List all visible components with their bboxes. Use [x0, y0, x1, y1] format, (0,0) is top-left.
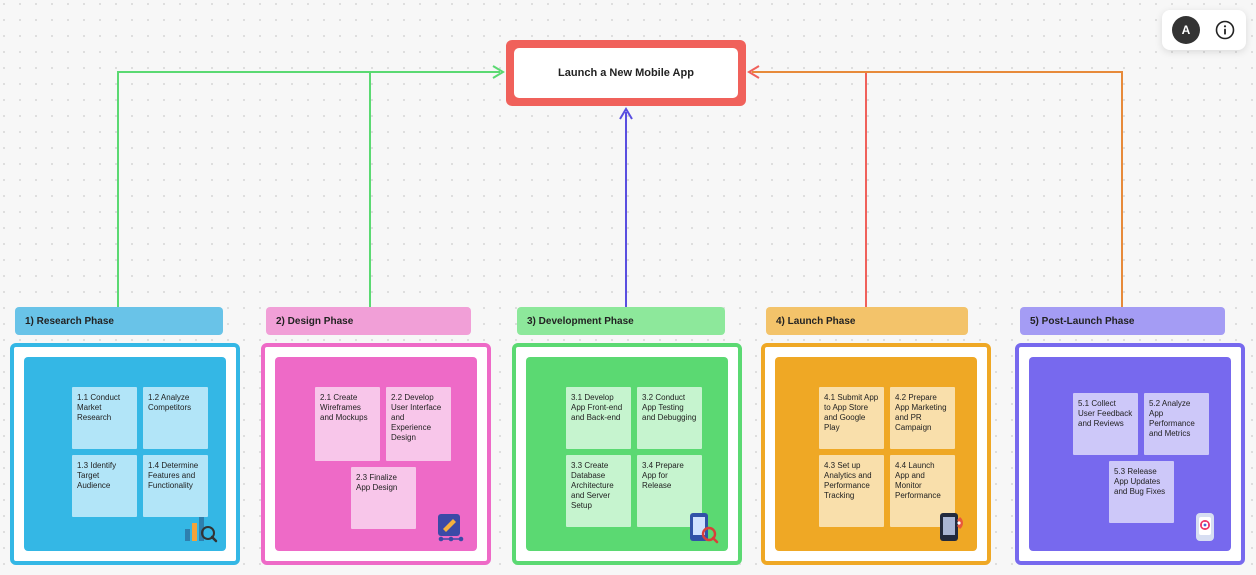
root-title: Launch a New Mobile App [514, 48, 738, 98]
phase-inner-1: 1.1 Conduct Market Research 1.2 Analyze … [24, 357, 226, 551]
task-card[interactable]: 3.1 Develop App Front-end and Back-end [566, 387, 631, 449]
phase-inner-3: 3.1 Develop App Front-end and Back-end 3… [526, 357, 728, 551]
research-icon [182, 509, 218, 545]
phase-header-1[interactable]: 1) Research Phase [15, 307, 223, 335]
root-node[interactable]: Launch a New Mobile App [506, 40, 746, 106]
task-card[interactable]: 1.3 Identify Target Audience [72, 455, 137, 517]
development-icon [684, 509, 720, 545]
phase-box-5[interactable]: 5.1 Collect User Feedback and Reviews 5.… [1015, 343, 1245, 565]
task-card[interactable]: 1.2 Analyze Competitors [143, 387, 208, 449]
phase-inner-2: 2.1 Create Wireframes and Mockups 2.2 De… [275, 357, 477, 551]
phase-inner-5: 5.1 Collect User Feedback and Reviews 5.… [1029, 357, 1231, 551]
task-card[interactable]: 5.2 Analyze App Performance and Metrics [1144, 393, 1209, 455]
task-card[interactable]: 1.1 Conduct Market Research [72, 387, 137, 449]
info-icon[interactable] [1214, 19, 1236, 41]
phase-header-4[interactable]: 4) Launch Phase [766, 307, 968, 335]
phase-box-4[interactable]: 4.1 Submit App to App Store and Google P… [761, 343, 991, 565]
launch-icon [933, 509, 969, 545]
phase-header-2[interactable]: 2) Design Phase [266, 307, 471, 335]
task-card[interactable]: 4.1 Submit App to App Store and Google P… [819, 387, 884, 449]
task-card[interactable]: 1.4 Determine Features and Functionality [143, 455, 208, 517]
avatar[interactable]: A [1172, 16, 1200, 44]
task-card[interactable]: 4.3 Set up Analytics and Performance Tra… [819, 455, 884, 527]
task-card[interactable]: 3.2 Conduct App Testing and Debugging [637, 387, 702, 449]
phase-label: 3) Development Phase [527, 316, 634, 327]
toolbar: A [1162, 10, 1246, 50]
phase-label: 4) Launch Phase [776, 316, 855, 327]
diagram-canvas[interactable]: Launch a New Mobile App A 1) Research Ph… [0, 0, 1256, 575]
task-card[interactable]: 2.1 Create Wireframes and Mockups [315, 387, 380, 461]
design-icon [433, 509, 469, 545]
phase-box-1[interactable]: 1.1 Conduct Market Research 1.2 Analyze … [10, 343, 240, 565]
phase-header-5[interactable]: 5) Post-Launch Phase [1020, 307, 1225, 335]
phase-label: 1) Research Phase [25, 316, 114, 327]
phase-box-2[interactable]: 2.1 Create Wireframes and Mockups 2.2 De… [261, 343, 491, 565]
task-card[interactable]: 2.2 Develop User Interface and Experienc… [386, 387, 451, 461]
task-card[interactable]: 4.2 Prepare App Marketing and PR Campaig… [890, 387, 955, 449]
task-card[interactable]: 3.3 Create Database Architecture and Ser… [566, 455, 631, 527]
task-card[interactable]: 5.3 Release App Updates and Bug Fixes [1109, 461, 1174, 523]
phase-box-3[interactable]: 3.1 Develop App Front-end and Back-end 3… [512, 343, 742, 565]
phase-inner-4: 4.1 Submit App to App Store and Google P… [775, 357, 977, 551]
task-card[interactable]: 5.1 Collect User Feedback and Reviews [1073, 393, 1138, 455]
post-launch-icon [1187, 509, 1223, 545]
phase-header-3[interactable]: 3) Development Phase [517, 307, 725, 335]
phase-label: 5) Post-Launch Phase [1030, 316, 1134, 327]
phase-label: 2) Design Phase [276, 316, 353, 327]
task-card[interactable]: 2.3 Finalize App Design [351, 467, 416, 529]
